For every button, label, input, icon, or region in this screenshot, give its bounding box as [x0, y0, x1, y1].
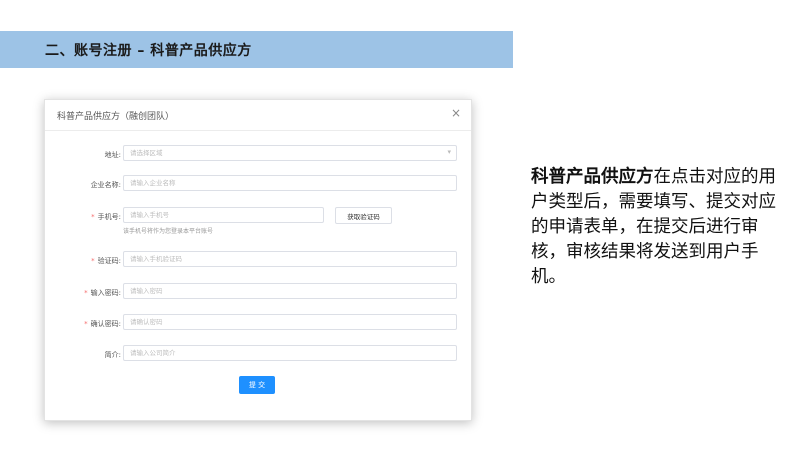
confirm-password-input[interactable]: [123, 314, 457, 330]
company-label: 企业名称:: [90, 181, 121, 189]
code-label: * 验证码:: [91, 257, 121, 265]
phone-input[interactable]: [123, 207, 324, 223]
company-name-input[interactable]: [123, 175, 457, 191]
description-emphasis: 科普产品供应方: [531, 167, 654, 187]
region-select[interactable]: ▾: [123, 145, 457, 161]
phone-label: * 手机号:: [91, 213, 121, 221]
intro-label: 简介:: [104, 351, 121, 359]
section-title: 二、账号注册 – 科普产品供应方: [45, 42, 252, 59]
required-mark: *: [84, 320, 88, 328]
required-mark: *: [91, 257, 95, 265]
region-input[interactable]: [123, 145, 457, 161]
sms-code-input[interactable]: [123, 251, 457, 267]
chevron-down-icon: ▾: [447, 148, 451, 156]
registration-dialog: 科普产品供应方（融创团队） × 地址: ▾ 企业名称: *手机号: 获取验证码 …: [44, 99, 472, 421]
required-mark: *: [91, 213, 95, 221]
password-label: * 输入密码:: [84, 289, 121, 297]
section-banner: 二、账号注册 – 科普产品供应方: [0, 31, 513, 68]
region-label: 地址:: [104, 151, 121, 159]
password-input[interactable]: [123, 283, 457, 299]
get-code-button[interactable]: 获取验证码: [335, 207, 392, 224]
close-icon[interactable]: ×: [451, 107, 461, 119]
dialog-title: 科普产品供应方（融创团队）: [57, 112, 175, 122]
dialog-header: 科普产品供应方（融创团队） ×: [45, 100, 471, 131]
description-text: 科普产品供应方在点击对应的用户类型后，需要填写、提交对应的申请表单，在提交后进行…: [531, 165, 776, 290]
phone-hint: 该手机号将作为您登录本平台账号: [123, 228, 214, 235]
submit-button[interactable]: 提 交: [239, 376, 275, 394]
required-mark: *: [84, 289, 88, 297]
intro-input[interactable]: [123, 345, 457, 361]
confirm-label: * 确认密码:: [84, 320, 121, 328]
